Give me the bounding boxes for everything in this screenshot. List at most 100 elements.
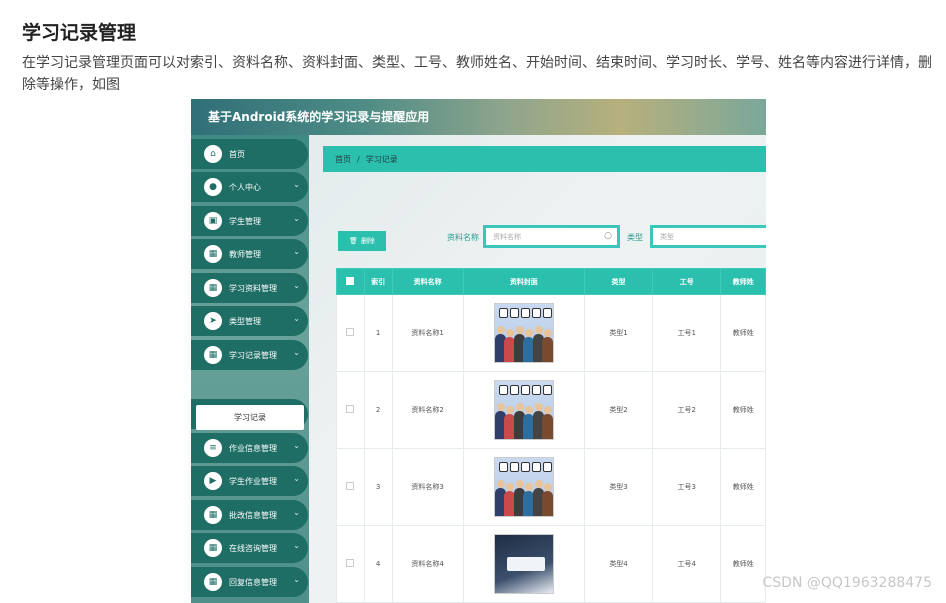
sidebar-item-label: 学习记录管理 [229,350,277,360]
row-checkbox[interactable] [346,405,355,413]
cell-type: 类型4 [583,525,654,603]
sidebar-item-0[interactable]: ⌂ 首页 [191,139,308,169]
cell-teacher: 教师姓 [720,448,766,526]
column-header-index: 索引 [363,268,393,295]
cell-name: 资料名称1 [391,294,464,372]
chevron-down-icon[interactable]: ⌄ [293,474,300,483]
chevron-down-icon[interactable]: ⌄ [293,508,300,517]
sidebar-item-5[interactable]: ➤ 类型管理 ⌄ [191,306,308,336]
cell-job-no: 工号1 [652,294,722,372]
row-checkbox[interactable] [346,559,355,567]
person-head [544,329,553,337]
grid-icon: ▦ [204,245,222,263]
sidebar-item-label: 学生管理 [229,216,261,226]
cover-image [493,303,554,363]
person-head [506,483,515,491]
row-checkbox[interactable] [346,328,355,336]
cell-teacher: 教师姓 [720,294,766,372]
sidebar-item-11[interactable]: ▦ 在线咨询管理 ⌄ [191,533,308,563]
table-row[interactable]: 1 资料名称1 类型1 工号1 教师姓 [336,294,766,372]
row-checkbox-cell [336,448,365,526]
table-row[interactable]: 3 资料名称3 类型3 工号3 教师姓 [336,448,766,526]
person-head [534,403,543,411]
cell-type: 类型3 [583,448,654,526]
column-header-type: 类型 [583,268,654,295]
select-all-checkbox[interactable] [346,276,355,285]
sidebar-item-6[interactable]: ▦ 学习记录管理 ⌄ [191,340,308,370]
delete-button-label: 删除 [360,237,375,245]
trash-icon: 🗑 [349,237,358,245]
search-type-label: 类型 [627,233,643,242]
person-head [496,403,505,411]
sidebar-item-10[interactable]: ▦ 批改信息管理 ⌄ [191,500,308,530]
cell-index: 2 [363,371,393,449]
cell-index: 3 [363,448,393,526]
sidebar-item-9[interactable]: ▶ 学生作业管理 ⌄ [191,466,308,496]
sidebar-item-4[interactable]: ▦ 学习资料管理 ⌄ [191,273,308,303]
sidebar-item-label: 在线咨询管理 [229,543,277,553]
sidebar-item-2[interactable]: ▣ 学生管理 ⌄ [191,206,308,236]
delete-button[interactable]: 🗑 删除 [336,229,388,253]
search-type-select[interactable]: 类型 [650,225,766,248]
person-head [525,406,534,414]
grid-icon: ▦ [204,573,222,591]
person-head [534,480,543,488]
speech-bubble [531,462,541,472]
chevron-down-icon[interactable]: ⌄ [293,247,300,256]
row-checkbox-cell [336,525,365,603]
app-header: 基于Android系统的学习记录与提醒应用 [191,99,766,135]
speech-bubble [509,462,519,472]
grid-icon: ▦ [204,539,222,557]
search-name-placeholder: 资料名称 [493,233,521,241]
sidebar-item-label: 回复信息管理 [229,577,277,587]
app-title: 基于Android系统的学习记录与提醒应用 [208,110,430,124]
chevron-down-icon[interactable]: ⌄ [293,314,300,323]
row-checkbox[interactable] [346,482,355,490]
grid-icon: ▦ [204,279,222,297]
sidebar-item-label: 类型管理 [229,316,261,326]
search-name-input[interactable]: 资料名称 ○ [483,225,620,248]
sidebar: ⌂ 首页 ● 个人中心 ⌄ ▣ 学生管理 ⌄ ▦ 教师管理 ⌄ ▦ 学习资料管理 ⌄ ➤ 类型管理 ⌄ ▦ 学习记录… [191,135,309,603]
sidebar-item-label: 批改信息管理 [229,510,277,520]
speech-bubble [520,385,530,395]
chevron-down-icon[interactable]: ⌄ [293,281,300,290]
breadcrumb-home[interactable]: 首页 [335,154,351,165]
sidebar-item-label: 教师管理 [229,249,261,259]
send-icon: ➤ [204,312,222,330]
person-head [506,329,515,337]
speech-bubble [509,385,519,395]
chevron-down-icon[interactable]: ⌄ [293,541,300,550]
speech-bubble [520,462,530,472]
breadcrumb-current: 学习记录 [365,154,398,164]
sidebar-item-label: 首页 [229,149,245,159]
sidebar-subitem-study-record[interactable]: 学习记录 [196,405,304,430]
search-name-label: 资料名称 [447,233,479,242]
person-body [542,337,553,362]
home-icon: ⌂ [204,145,222,163]
cell-name: 资料名称2 [391,371,464,449]
table-row[interactable]: 2 资料名称2 类型2 工号2 教师姓 [336,371,766,449]
person-head [515,326,524,334]
sidebar-item-12[interactable]: ▦ 回复信息管理 ⌄ [191,567,308,597]
sidebar-item-label: 作业信息管理 [229,443,277,453]
watermark: CSDN @QQ1963288475 [762,575,932,591]
article-title: 学习记录管理 [22,22,137,44]
chevron-down-icon[interactable]: ⌄ [293,441,300,450]
chevron-down-icon[interactable]: ⌄ [293,575,300,584]
article-description: 在学习记录管理页面可以对索引、资料名称、资料封面、类型、工号、教师姓名、开始时间… [22,55,932,93]
column-header-cover: 资料封面 [462,268,585,295]
sidebar-item-8[interactable]: ≡ 作业信息管理 ⌄ [191,433,308,463]
speech-bubble [509,308,519,318]
table-row[interactable]: 4 资料名称4 类型4 工号4 教师姓 [336,525,766,603]
chevron-down-icon[interactable]: ⌄ [293,180,300,189]
person-head [544,406,553,414]
chevron-down-icon[interactable]: ⌄ [293,348,300,357]
chevron-down-icon[interactable]: ⌄ [293,214,300,223]
cell-index: 1 [363,294,393,372]
sidebar-item-3[interactable]: ▦ 教师管理 ⌄ [191,239,308,269]
breadcrumb: 首页 / 学习记录 [323,146,766,172]
cell-job-no: 工号4 [652,525,722,603]
search-icon[interactable]: ○ [604,231,612,241]
sidebar-item-1[interactable]: ● 个人中心 ⌄ [191,172,308,202]
column-header-name: 资料名称 [391,268,464,295]
